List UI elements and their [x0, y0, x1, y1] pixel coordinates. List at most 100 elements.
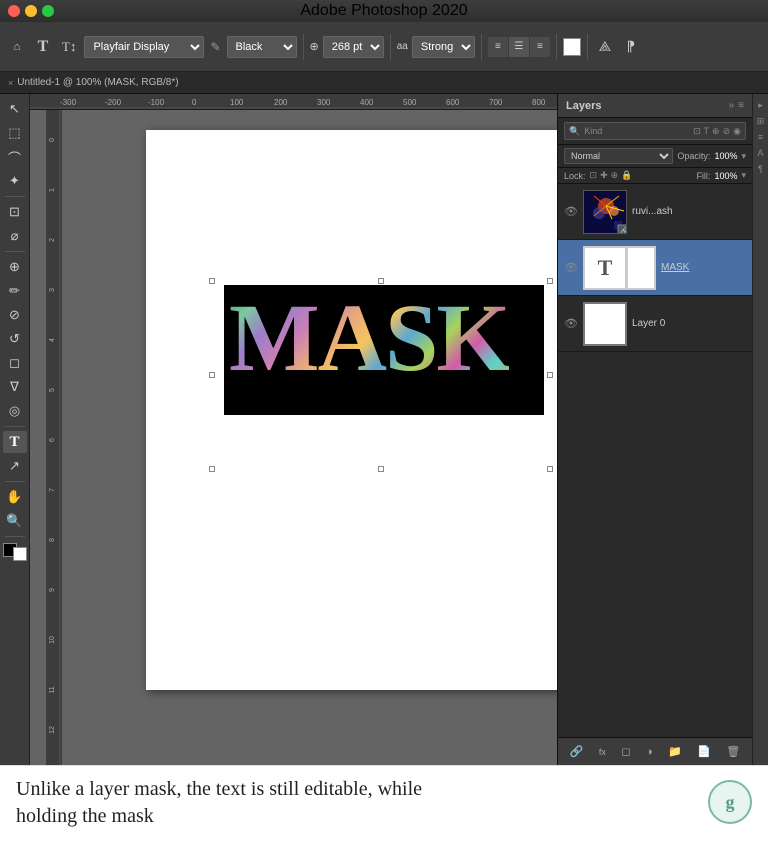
layers-panel-header: Layers » ≡ — [558, 94, 752, 118]
dock-button[interactable]: ▸ — [754, 98, 768, 112]
eraser-tool[interactable]: ◻ — [3, 352, 27, 374]
lock-all-icon[interactable]: 🔒 — [621, 170, 632, 181]
filter-icon2[interactable]: T — [704, 126, 710, 137]
character-panel-button[interactable]: ⁋ — [620, 34, 642, 60]
hand-tool[interactable]: ✋ — [3, 486, 27, 508]
svg-text:10: 10 — [49, 636, 56, 644]
background-color[interactable] — [13, 547, 27, 561]
blur-tool[interactable]: ◎ — [3, 400, 27, 422]
adjustment-button[interactable]: ◑ — [646, 746, 653, 758]
filter-icon1[interactable]: ⊡ — [693, 126, 701, 137]
link-layers-button[interactable]: 🔗 — [570, 745, 584, 758]
layers-blend-options: Normal Opacity: 100% ▾ — [558, 145, 752, 168]
gradient-tool[interactable]: ∇ — [3, 376, 27, 398]
align-right-button[interactable]: ≡ — [530, 37, 550, 57]
lasso-tool[interactable]: ⌒ — [3, 146, 27, 168]
lock-position-icon[interactable]: ✚ — [600, 170, 608, 181]
tool-separator4 — [5, 481, 25, 482]
panels-button[interactable]: ⊞ — [754, 114, 768, 128]
move-tool[interactable]: ↖ — [3, 98, 27, 120]
layer-name-fireworks: ruvi...ash — [632, 206, 746, 217]
text-tool-button[interactable]: T — [32, 34, 54, 60]
char-button[interactable]: ¶ — [754, 162, 768, 176]
layers-spacer — [558, 352, 752, 737]
options-button[interactable]: ≡ — [754, 130, 768, 144]
stamp-tool[interactable]: ⊘ — [3, 304, 27, 326]
expand-icon[interactable]: » — [729, 100, 735, 111]
opacity-arrow[interactable]: ▾ — [741, 151, 746, 162]
aa-label: aa — [397, 41, 408, 52]
toolbar: ⌂ T T↕ Playfair Display ✎ Black ⊕ 268 pt… — [0, 22, 768, 72]
traffic-lights[interactable] — [8, 5, 54, 17]
svg-text:0: 0 — [49, 138, 56, 142]
layer-item-background[interactable]: 👁 Layer 0 — [558, 296, 752, 352]
close-button[interactable] — [8, 5, 20, 17]
style-button[interactable]: A — [754, 146, 768, 160]
add-mask-button[interactable]: ◻ — [621, 745, 630, 758]
site-logo: g — [708, 780, 752, 824]
color-swatch[interactable] — [563, 38, 581, 56]
crop-tool[interactable]: ⊡ — [3, 201, 27, 223]
font-size-select[interactable]: 268 pt — [323, 36, 384, 58]
fx-button[interactable]: fx — [599, 747, 606, 757]
new-group-button[interactable]: 📁 — [668, 745, 682, 758]
opacity-value[interactable]: 100% — [714, 151, 737, 161]
select-tool[interactable]: ⬚ — [3, 122, 27, 144]
layer-item-mask[interactable]: 👁 T MASK — [558, 240, 752, 296]
svg-text:2: 2 — [49, 238, 56, 242]
layer-item-fireworks[interactable]: 👁 🔗 — [558, 184, 752, 240]
eyedropper-tool[interactable]: ⌀ — [3, 225, 27, 247]
home-button[interactable]: ⌂ — [6, 34, 28, 60]
filter-icon4[interactable]: ⊘ — [723, 126, 731, 137]
color-boxes — [3, 543, 27, 561]
delete-layer-button[interactable]: 🗑 — [726, 745, 740, 758]
anti-alias-select[interactable]: Strong — [412, 36, 475, 58]
layers-title: Layers — [566, 100, 601, 112]
align-center-button[interactable]: ☰ — [509, 37, 529, 57]
font-size-label: ⊕ — [310, 40, 319, 53]
font-family-select[interactable]: Playfair Display — [84, 36, 204, 58]
filter-icon5[interactable]: ◉ — [733, 126, 741, 137]
layer-visibility-background[interactable]: 👁 — [564, 317, 578, 330]
font-style-indicator: ✎ — [210, 40, 220, 54]
text-orientation-button[interactable]: T↕ — [58, 34, 80, 60]
lock-artboard-icon[interactable]: ⊕ — [611, 170, 619, 181]
zoom-tool[interactable]: 🔍 — [3, 510, 27, 532]
svg-text:12: 12 — [49, 726, 56, 734]
tool-separator — [5, 196, 25, 197]
align-left-button[interactable]: ≡ — [488, 37, 508, 57]
tab-close[interactable]: × — [8, 78, 13, 88]
search-icon: 🔍 — [569, 126, 580, 137]
warp-text-button[interactable]: ⟁ — [594, 34, 616, 60]
text-tool[interactable]: T — [3, 431, 27, 453]
tab-bar: × Untitled-1 @ 100% (MASK, RGB/8*) — [0, 72, 768, 94]
history-tool[interactable]: ↺ — [3, 328, 27, 350]
maximize-button[interactable] — [42, 5, 54, 17]
filter-icon3[interactable]: ⊕ — [712, 126, 720, 137]
mask-text-area: MASK — [224, 285, 544, 415]
minimize-button[interactable] — [25, 5, 37, 17]
svg-text:600: 600 — [446, 98, 460, 107]
brush-tool[interactable]: ✏ — [3, 280, 27, 302]
menu-icon[interactable]: ≡ — [738, 100, 744, 111]
separator4 — [556, 34, 557, 60]
search-placeholder[interactable]: Kind — [584, 126, 602, 136]
search-bar: 🔍 Kind ⊡ T ⊕ ⊘ ◉ — [564, 122, 746, 140]
layer-visibility-fireworks[interactable]: 👁 — [564, 205, 578, 218]
svg-text:-300: -300 — [60, 98, 77, 107]
ruler-horizontal: -300 -200 -100 0 100 200 300 400 500 600… — [30, 94, 557, 110]
fill-value[interactable]: 100% — [714, 171, 737, 181]
canvas-area[interactable]: -300 -200 -100 0 100 200 300 400 500 600… — [30, 94, 557, 765]
layer-visibility-mask[interactable]: 👁 — [564, 261, 578, 274]
document-tab[interactable]: × Untitled-1 @ 100% (MASK, RGB/8*) — [8, 77, 179, 88]
lock-pixels-icon[interactable]: ⊡ — [590, 170, 598, 181]
title-bar: Adobe Photoshop 2020 — [0, 0, 768, 22]
fill-arrow[interactable]: ▾ — [741, 170, 746, 181]
blend-mode-select[interactable]: Normal — [564, 148, 673, 164]
new-layer-button[interactable]: 📄 — [697, 745, 711, 758]
font-color-select[interactable]: Black — [227, 36, 297, 58]
lock-icons: ⊡ ✚ ⊕ 🔒 — [590, 170, 633, 181]
path-tool[interactable]: ↗ — [3, 455, 27, 477]
heal-tool[interactable]: ⊕ — [3, 256, 27, 278]
magic-wand-tool[interactable]: ✦ — [3, 170, 27, 192]
